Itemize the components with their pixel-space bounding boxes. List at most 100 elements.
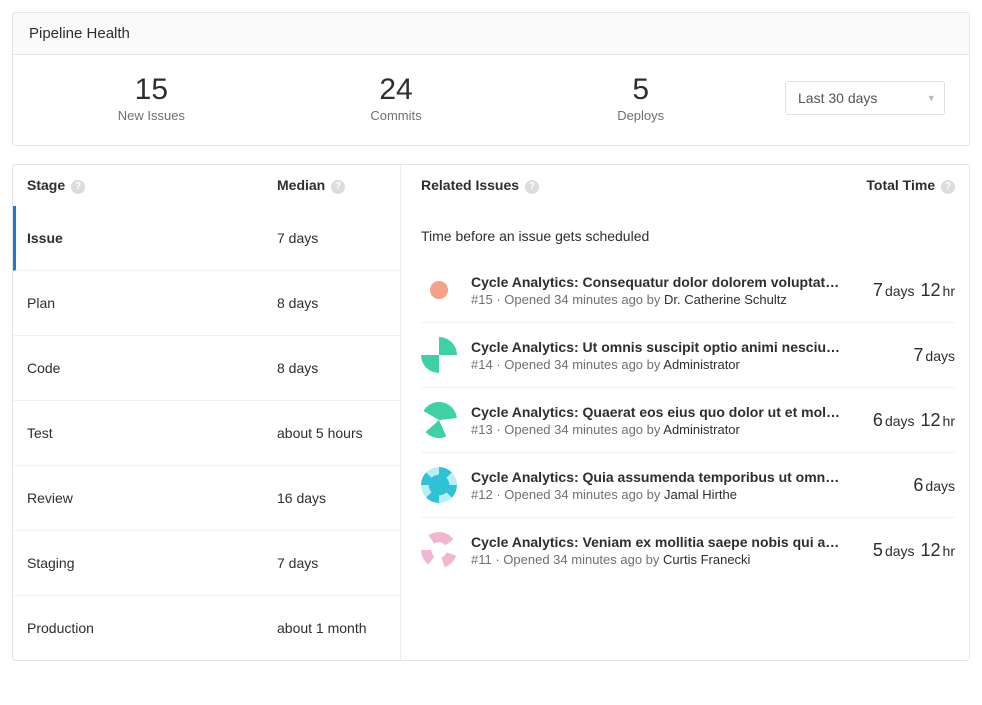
time-unit: days <box>925 348 955 364</box>
avatar[interactable] <box>418 399 461 442</box>
metric-value: 15 <box>29 73 274 106</box>
issue-title[interactable]: Cycle Analytics: Quaerat eos eius quo do… <box>471 404 841 420</box>
issue-title[interactable]: Cycle Analytics: Veniam ex mollitia saep… <box>471 534 841 550</box>
metric-new-issues: 15 New Issues <box>29 73 274 123</box>
help-icon[interactable]: ? <box>331 180 345 194</box>
pipeline-health-title: Pipeline Health <box>13 13 969 55</box>
issue-author[interactable]: Administrator <box>663 357 740 372</box>
time-unit: days <box>885 283 915 299</box>
issue-ref[interactable]: #14 <box>471 357 493 372</box>
avatar[interactable] <box>421 467 457 503</box>
issue-author[interactable]: Dr. Catherine Schultz <box>664 292 787 307</box>
col-stage-label: Stage <box>27 177 65 193</box>
stage-row-staging[interactable]: Staging 7 days <box>13 531 400 596</box>
stage-row-production[interactable]: Production about 1 month <box>13 596 400 660</box>
col-median-label: Median <box>277 177 325 193</box>
issue-body: Cycle Analytics: Quaerat eos eius quo do… <box>471 404 873 437</box>
pipeline-health-panel: Pipeline Health 15 New Issues 24 Commits… <box>12 12 970 146</box>
issue-title[interactable]: Cycle Analytics: Quia assumenda temporib… <box>471 469 841 485</box>
cycle-analytics-panel: Stage ? Median ? Issue 7 days Plan 8 day… <box>12 164 970 661</box>
stage-row-review[interactable]: Review 16 days <box>13 466 400 531</box>
issue-meta: #11 · Opened 34 minutes ago by Curtis Fr… <box>471 552 861 567</box>
issue-opened: Opened 34 minutes ago by <box>504 292 660 307</box>
issue-author[interactable]: Administrator <box>663 422 740 437</box>
issue-row[interactable]: Cycle Analytics: Ut omnis suscipit optio… <box>421 323 955 388</box>
stage-median: 7 days <box>277 555 400 571</box>
stage-row-test[interactable]: Test about 5 hours <box>13 401 400 466</box>
avatar[interactable] <box>421 272 457 308</box>
stage-description: Time before an issue gets scheduled <box>421 206 955 258</box>
issue-total-time: 7days 12hr <box>873 280 955 301</box>
time-value: 12 <box>921 280 941 300</box>
issue-author[interactable]: Jamal Hirthe <box>664 487 737 502</box>
stage-list-header: Stage ? Median ? <box>13 165 400 206</box>
time-value: 5 <box>873 540 883 560</box>
metric-label: New Issues <box>29 108 274 123</box>
issue-ref[interactable]: #15 <box>471 292 493 307</box>
time-unit: days <box>885 413 915 429</box>
metric-label: Commits <box>274 108 519 123</box>
stage-row-plan[interactable]: Plan 8 days <box>13 271 400 336</box>
pipeline-health-body: 15 New Issues 24 Commits 5 Deploys Last … <box>13 55 969 145</box>
help-icon[interactable]: ? <box>71 180 85 194</box>
issue-body: Cycle Analytics: Consequatur dolor dolor… <box>471 274 873 307</box>
issue-meta: #12 · Opened 34 minutes ago by Jamal Hir… <box>471 487 901 502</box>
stage-median: about 1 month <box>277 620 400 636</box>
stage-median: 16 days <box>277 490 400 506</box>
time-unit: days <box>925 478 955 494</box>
issue-row[interactable]: Cycle Analytics: Veniam ex mollitia saep… <box>421 518 955 582</box>
stage-name: Test <box>27 425 277 441</box>
col-related-label: Related Issues <box>421 177 519 193</box>
stage-name: Review <box>27 490 277 506</box>
avatar[interactable] <box>421 337 457 373</box>
date-range-dropdown[interactable]: Last 30 days ▾ <box>785 81 945 115</box>
issue-opened: Opened 34 minutes ago by <box>503 552 659 567</box>
date-range-label: Last 30 days <box>798 90 877 106</box>
time-value: 7 <box>873 280 883 300</box>
issue-row[interactable]: Cycle Analytics: Quaerat eos eius quo do… <box>421 388 955 453</box>
stage-name: Production <box>27 620 277 636</box>
issue-meta: #13 · Opened 34 minutes ago by Administr… <box>471 422 861 437</box>
issue-opened: Opened 34 minutes ago by <box>504 422 660 437</box>
col-total-time-label: Total Time <box>866 177 935 193</box>
stage-median: 8 days <box>277 295 400 311</box>
time-unit: hr <box>943 413 955 429</box>
help-icon[interactable]: ? <box>525 180 539 194</box>
issue-opened: Opened 34 minutes ago by <box>504 487 660 502</box>
issue-meta: #15 · Opened 34 minutes ago by Dr. Cathe… <box>471 292 861 307</box>
time-value: 12 <box>921 540 941 560</box>
stage-row-code[interactable]: Code 8 days <box>13 336 400 401</box>
issue-meta: #14 · Opened 34 minutes ago by Administr… <box>471 357 901 372</box>
stage-detail: Related Issues ? Total Time ? Time befor… <box>401 165 969 660</box>
time-unit: hr <box>943 543 955 559</box>
issue-title[interactable]: Cycle Analytics: Consequatur dolor dolor… <box>471 274 841 290</box>
time-unit: hr <box>943 283 955 299</box>
stage-median: 8 days <box>277 360 400 376</box>
stage-median: about 5 hours <box>277 425 400 441</box>
chevron-down-icon: ▾ <box>928 92 934 105</box>
stage-row-issue[interactable]: Issue 7 days <box>13 206 400 271</box>
stage-name: Issue <box>27 230 277 246</box>
issue-title[interactable]: Cycle Analytics: Ut omnis suscipit optio… <box>471 339 841 355</box>
metric-label: Deploys <box>518 108 763 123</box>
issue-ref[interactable]: #12 <box>471 487 493 502</box>
issue-total-time: 5days 12hr <box>873 540 955 561</box>
stage-name: Code <box>27 360 277 376</box>
help-icon[interactable]: ? <box>941 180 955 194</box>
stage-median: 7 days <box>277 230 400 246</box>
time-unit: days <box>885 543 915 559</box>
avatar[interactable] <box>421 532 457 568</box>
issue-body: Cycle Analytics: Ut omnis suscipit optio… <box>471 339 913 372</box>
issue-total-time: 6days <box>913 475 955 496</box>
issue-ref[interactable]: #13 <box>471 422 493 437</box>
metric-deploys: 5 Deploys <box>518 73 763 123</box>
issue-ref[interactable]: #11 <box>471 552 492 567</box>
stage-detail-header: Related Issues ? Total Time ? <box>421 165 955 206</box>
time-value: 12 <box>921 410 941 430</box>
issue-row[interactable]: Cycle Analytics: Consequatur dolor dolor… <box>421 258 955 323</box>
issue-row[interactable]: Cycle Analytics: Quia assumenda temporib… <box>421 453 955 518</box>
metric-commits: 24 Commits <box>274 73 519 123</box>
issue-body: Cycle Analytics: Veniam ex mollitia saep… <box>471 534 873 567</box>
stage-list: Stage ? Median ? Issue 7 days Plan 8 day… <box>13 165 401 660</box>
issue-author[interactable]: Curtis Franecki <box>663 552 750 567</box>
